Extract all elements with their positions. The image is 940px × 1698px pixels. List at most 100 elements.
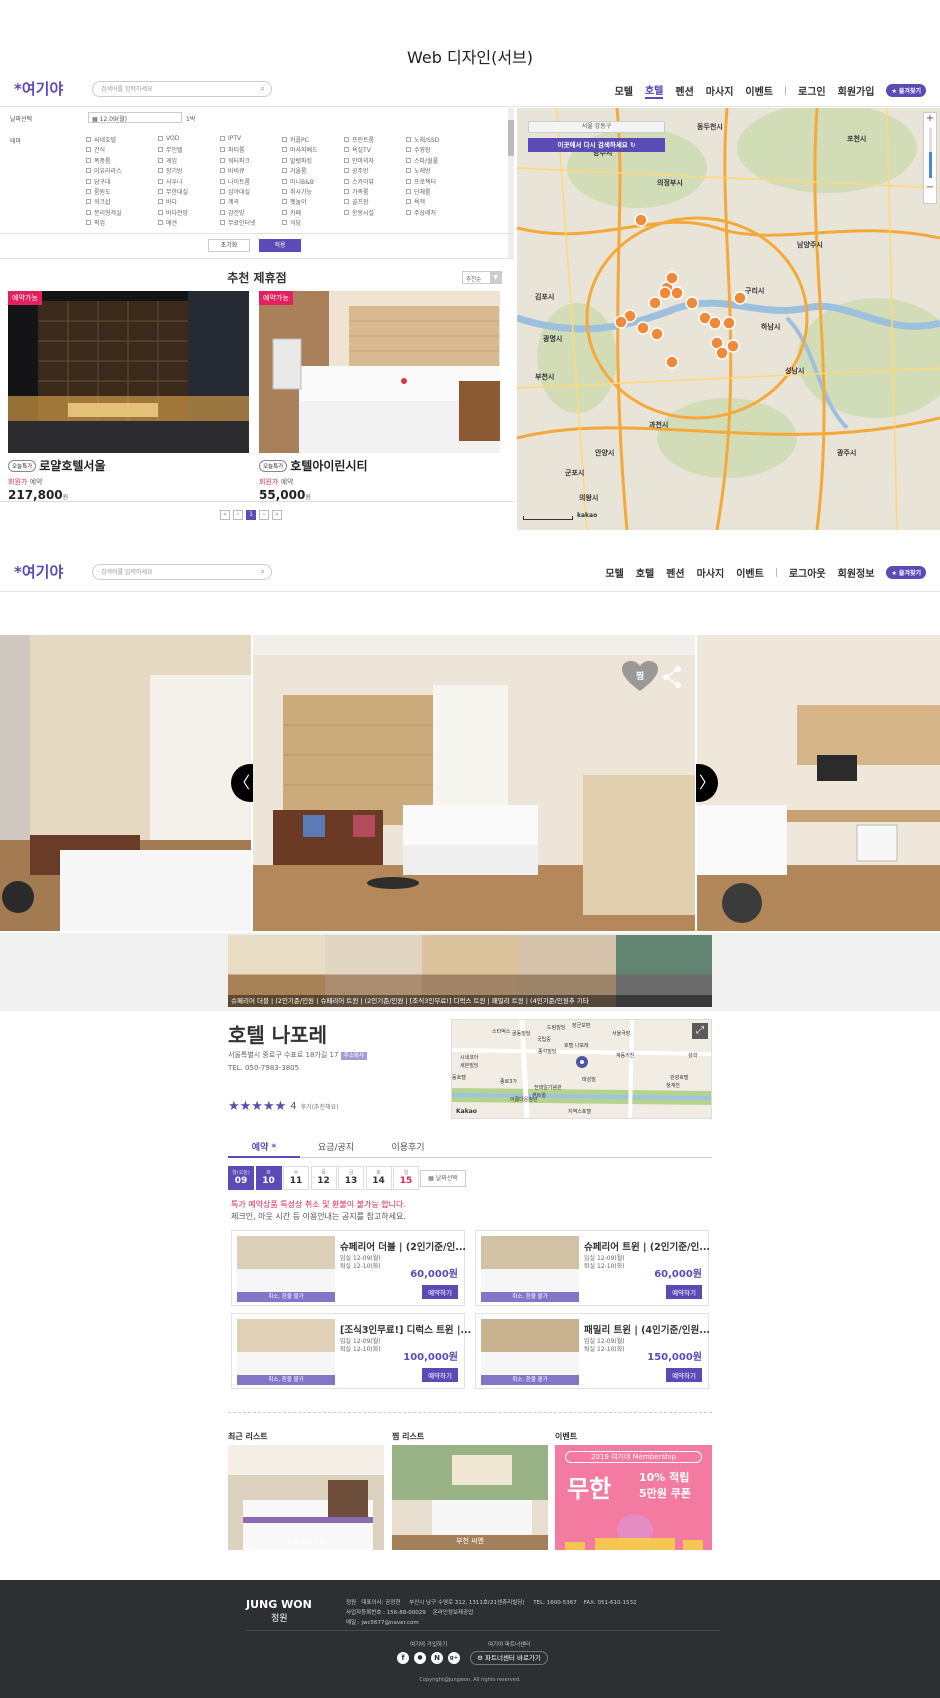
theme-checkbox[interactable]: 무인텔 bbox=[158, 145, 183, 154]
theme-checkbox[interactable]: 파티룸 bbox=[220, 145, 245, 154]
theme-checkbox[interactable]: 심야대실 bbox=[220, 187, 250, 196]
theme-checkbox[interactable]: 펫놀이 bbox=[282, 197, 307, 206]
date-cell[interactable]: 일 15 bbox=[393, 1166, 419, 1190]
expand-map-icon[interactable]: ⤢ bbox=[692, 1023, 708, 1039]
like-button[interactable]: 찜 bbox=[622, 661, 658, 693]
login-link[interactable]: 로그인 bbox=[798, 83, 826, 98]
member-info-link[interactable]: 회원정보 bbox=[838, 565, 875, 580]
nav-motel[interactable]: 모텔 bbox=[605, 565, 623, 580]
theme-checkbox[interactable]: 바비큐 bbox=[220, 166, 245, 175]
search-icon[interactable]: ⌕ bbox=[261, 567, 265, 577]
theme-checkbox[interactable]: 간식 bbox=[86, 145, 105, 154]
theme-checkbox[interactable]: 노래방 bbox=[406, 166, 431, 175]
theme-checkbox[interactable]: 이유라라스 bbox=[86, 166, 122, 175]
signup-link[interactable]: 회원가입 bbox=[838, 83, 875, 98]
nav-pension[interactable]: 펜션 bbox=[666, 565, 684, 580]
theme-checkbox[interactable]: 당구대 bbox=[86, 177, 111, 186]
reserve-button[interactable]: 예약하기 bbox=[666, 1285, 702, 1299]
theme-checkbox[interactable]: 스파/월풀 bbox=[406, 156, 438, 165]
date-cell[interactable]: 수 11 bbox=[283, 1166, 309, 1190]
tab-rates[interactable]: 요금/공지 bbox=[300, 1140, 372, 1153]
search-icon[interactable]: ⌕ bbox=[261, 84, 265, 94]
room-card[interactable]: 취소, 환불 불가 슈페리어 트윈 | (2인기준/인... 입실 12-09(월)… bbox=[475, 1230, 710, 1306]
copy-address-badge[interactable]: 주소복사 bbox=[340, 1052, 367, 1060]
naver-icon[interactable]: N bbox=[431, 1652, 443, 1664]
theme-checkbox[interactable]: 애견 bbox=[158, 218, 177, 227]
reserve-button[interactable]: 예약하기 bbox=[666, 1368, 702, 1382]
date-cell[interactable]: 토 14 bbox=[365, 1166, 392, 1190]
nav-motel[interactable]: 모텔 bbox=[615, 83, 633, 98]
room-card[interactable]: 취소, 환불 불가 패밀리 트윈 | (4인기준/인원... 입실 12-09(월)… bbox=[475, 1313, 710, 1389]
zoom-in-icon[interactable]: + bbox=[924, 113, 936, 124]
theme-checkbox[interactable]: 바다 bbox=[158, 197, 177, 206]
page-first[interactable]: « bbox=[220, 510, 230, 520]
theme-checkbox[interactable]: 거울룸 bbox=[282, 166, 307, 175]
theme-checkbox[interactable]: 스카이뷰 bbox=[344, 177, 374, 186]
theme-checkbox[interactable]: 나이트룸 bbox=[220, 177, 250, 186]
map-view[interactable]: 동두천시 양주시 포천시 의정부시 남양주시 구리시 하남시 성남시 과천시 안양시 의왕시 군포시 광… bbox=[517, 108, 940, 530]
facebook-icon[interactable]: f bbox=[397, 1652, 409, 1664]
theme-checkbox[interactable]: 커플PC bbox=[282, 135, 309, 144]
page-last[interactable]: » bbox=[272, 510, 282, 520]
nav-massage[interactable]: 마사지 bbox=[697, 565, 725, 580]
nav-pension[interactable]: 펜션 bbox=[675, 83, 693, 98]
theme-checkbox[interactable]: 주상래처 bbox=[406, 208, 436, 217]
theme-checkbox[interactable]: 욕실TV bbox=[344, 145, 371, 154]
scrollbar[interactable] bbox=[508, 108, 514, 258]
theme-checkbox[interactable]: 계곡 bbox=[220, 197, 239, 206]
share-icon[interactable] bbox=[662, 666, 682, 688]
date-select-button[interactable]: ▦ 날짜선택 bbox=[420, 1170, 466, 1187]
sort-select[interactable]: 추천순 ▼ bbox=[462, 271, 502, 284]
nav-hotel[interactable]: 호텔 bbox=[636, 565, 654, 580]
zoom-slider[interactable] bbox=[928, 128, 932, 178]
nav-hotel[interactable]: 호텔 bbox=[644, 82, 664, 99]
theme-checkbox[interactable]: 무료인터넷 bbox=[220, 218, 256, 227]
theme-checkbox[interactable]: 마사지베드 bbox=[282, 145, 318, 154]
theme-checkbox[interactable]: 씨네호텔 bbox=[86, 135, 116, 144]
page-next[interactable]: › bbox=[259, 510, 269, 520]
search-input[interactable]: 검색어를 입력하세요 ⌕ bbox=[92, 564, 272, 580]
theme-checkbox[interactable]: 가족룸 bbox=[344, 187, 369, 196]
theme-checkbox[interactable]: 강전망 bbox=[220, 208, 245, 217]
theme-checkbox[interactable]: 발렛파킹 bbox=[282, 156, 312, 165]
tab-reviews[interactable]: 이용후기 bbox=[372, 1140, 444, 1153]
theme-checkbox[interactable]: 카페 bbox=[282, 208, 301, 217]
partner-center-button[interactable]: ⚙ 파트너센터 바로가기 bbox=[470, 1651, 548, 1665]
theme-checkbox[interactable]: 단체룸 bbox=[406, 187, 431, 196]
search-here-button[interactable]: 이곳에서 다시 검색하세요 ↻ bbox=[528, 138, 665, 152]
theme-checkbox[interactable]: IPTV bbox=[220, 135, 241, 142]
theme-checkbox[interactable]: 워크샵 bbox=[86, 197, 111, 206]
favorite-button[interactable]: ★ 즐겨찾기 bbox=[886, 84, 926, 97]
reserve-button[interactable]: 예약하기 bbox=[422, 1368, 458, 1382]
theme-checkbox[interactable]: 장기방 bbox=[158, 166, 183, 175]
google-plus-icon[interactable]: g+ bbox=[448, 1652, 460, 1664]
hotel-card-title-row[interactable]: 오늘특가 로얄호텔서울 bbox=[8, 457, 106, 474]
reserve-button[interactable]: 예약하기 bbox=[422, 1285, 458, 1299]
theme-checkbox[interactable]: 안마의자 bbox=[344, 156, 374, 165]
theme-checkbox[interactable]: 욕객 bbox=[406, 197, 425, 206]
logout-link[interactable]: 로그아웃 bbox=[789, 565, 826, 580]
logo[interactable]: *여기야 bbox=[14, 78, 63, 99]
page-prev[interactable]: ‹ bbox=[233, 510, 243, 520]
hotel-card-image[interactable] bbox=[259, 291, 500, 453]
hotel-card-image[interactable] bbox=[8, 291, 249, 453]
theme-checkbox[interactable]: 룸원도 bbox=[86, 187, 111, 196]
theme-checkbox[interactable]: 바다전망 bbox=[158, 208, 188, 217]
theme-checkbox[interactable]: 골프장 bbox=[344, 197, 369, 206]
date-cell[interactable]: 화 10 bbox=[255, 1166, 282, 1190]
theme-checkbox[interactable]: 무한대실 bbox=[158, 187, 188, 196]
apply-button[interactable]: 적용 bbox=[259, 239, 301, 252]
theme-checkbox[interactable]: 분리형객실 bbox=[86, 208, 122, 217]
wish-list-card[interactable]: 부천 씨엔 bbox=[392, 1445, 548, 1550]
theme-checkbox[interactable]: 노래/SSD bbox=[406, 135, 439, 144]
theme-checkbox[interactable]: 프린트룸 bbox=[344, 135, 374, 144]
hotel-mini-map[interactable]: 스타벅스 골동빌딩 국립중 드림빌딩 장군보편 서울극장 호텔 나포레 종각빌딩 시네코아 세븐빌… bbox=[451, 1019, 712, 1119]
theme-checkbox[interactable]: 픽업 bbox=[86, 218, 105, 227]
recent-list-card[interactable]: 로얄호텔서울 bbox=[228, 1445, 384, 1550]
theme-checkbox[interactable]: 폭풍룸 bbox=[86, 156, 111, 165]
reset-button[interactable]: 초기화 bbox=[208, 239, 250, 252]
theme-checkbox[interactable]: 식당 bbox=[282, 218, 301, 227]
theme-checkbox[interactable]: 취사가능 bbox=[282, 187, 312, 196]
theme-checkbox[interactable]: 게임 bbox=[158, 156, 177, 165]
favorite-button[interactable]: ★ 즐겨찾기 bbox=[886, 566, 926, 579]
